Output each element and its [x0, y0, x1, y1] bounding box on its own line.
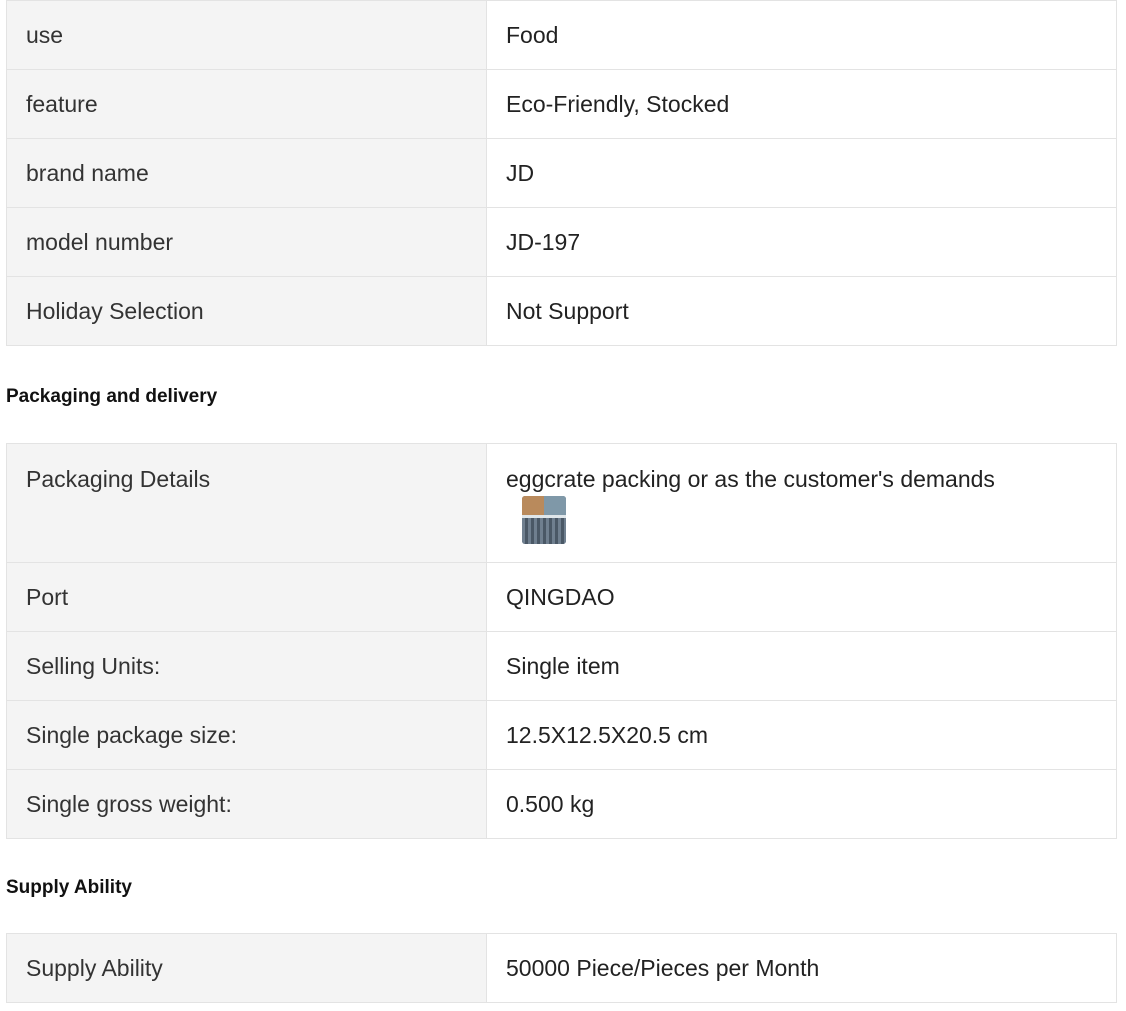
packaging-section-title: Packaging and delivery — [6, 386, 218, 407]
packaging-key: Selling Units: — [6, 631, 487, 701]
table-row: Holiday Selection Not Support — [6, 276, 1117, 346]
packaging-value: QINGDAO — [486, 562, 1117, 632]
attribute-key: use — [6, 0, 487, 70]
table-row: Packaging Details eggcrate packing or as… — [6, 443, 1117, 563]
attribute-value: JD — [486, 138, 1117, 208]
table-row: brand name JD — [6, 138, 1117, 208]
table-row: Selling Units: Single item — [6, 631, 1117, 701]
packaging-key: Packaging Details — [6, 443, 487, 563]
supply-table: Supply Ability 50000 Piece/Pieces per Mo… — [6, 933, 1117, 1003]
table-row: feature Eco-Friendly, Stocked — [6, 69, 1117, 139]
packaging-table: Packaging Details eggcrate packing or as… — [6, 443, 1117, 839]
table-row: Single gross weight: 0.500 kg — [6, 769, 1117, 839]
attribute-key: feature — [6, 69, 487, 139]
attribute-value: JD-197 — [486, 207, 1117, 277]
attribute-key: Holiday Selection — [6, 276, 487, 346]
packaging-key: Single gross weight: — [6, 769, 487, 839]
attribute-value: Not Support — [486, 276, 1117, 346]
packaging-value: eggcrate packing or as the customer's de… — [506, 466, 995, 492]
packaging-value: 12.5X12.5X20.5 cm — [486, 700, 1117, 770]
attributes-table: use Food feature Eco-Friendly, Stocked b… — [6, 0, 1117, 346]
supply-section-title: Supply Ability — [6, 877, 132, 898]
packaging-key: Single package size: — [6, 700, 487, 770]
packaging-value: 0.500 kg — [486, 769, 1117, 839]
supply-key: Supply Ability — [6, 933, 487, 1003]
table-row: Port QINGDAO — [6, 562, 1117, 632]
packaging-photo-icon[interactable] — [522, 496, 566, 544]
supply-value: 50000 Piece/Pieces per Month — [486, 933, 1117, 1003]
packaging-key: Port — [6, 562, 487, 632]
table-row: Single package size: 12.5X12.5X20.5 cm — [6, 700, 1117, 770]
table-row: use Food — [6, 0, 1117, 70]
packaging-value: Single item — [486, 631, 1117, 701]
attribute-key: brand name — [6, 138, 487, 208]
packaging-value-cell: eggcrate packing or as the customer's de… — [486, 443, 1117, 563]
table-row: model number JD-197 — [6, 207, 1117, 277]
table-row: Supply Ability 50000 Piece/Pieces per Mo… — [6, 933, 1117, 1003]
attribute-value: Food — [486, 0, 1117, 70]
attribute-value: Eco-Friendly, Stocked — [486, 69, 1117, 139]
attribute-key: model number — [6, 207, 487, 277]
